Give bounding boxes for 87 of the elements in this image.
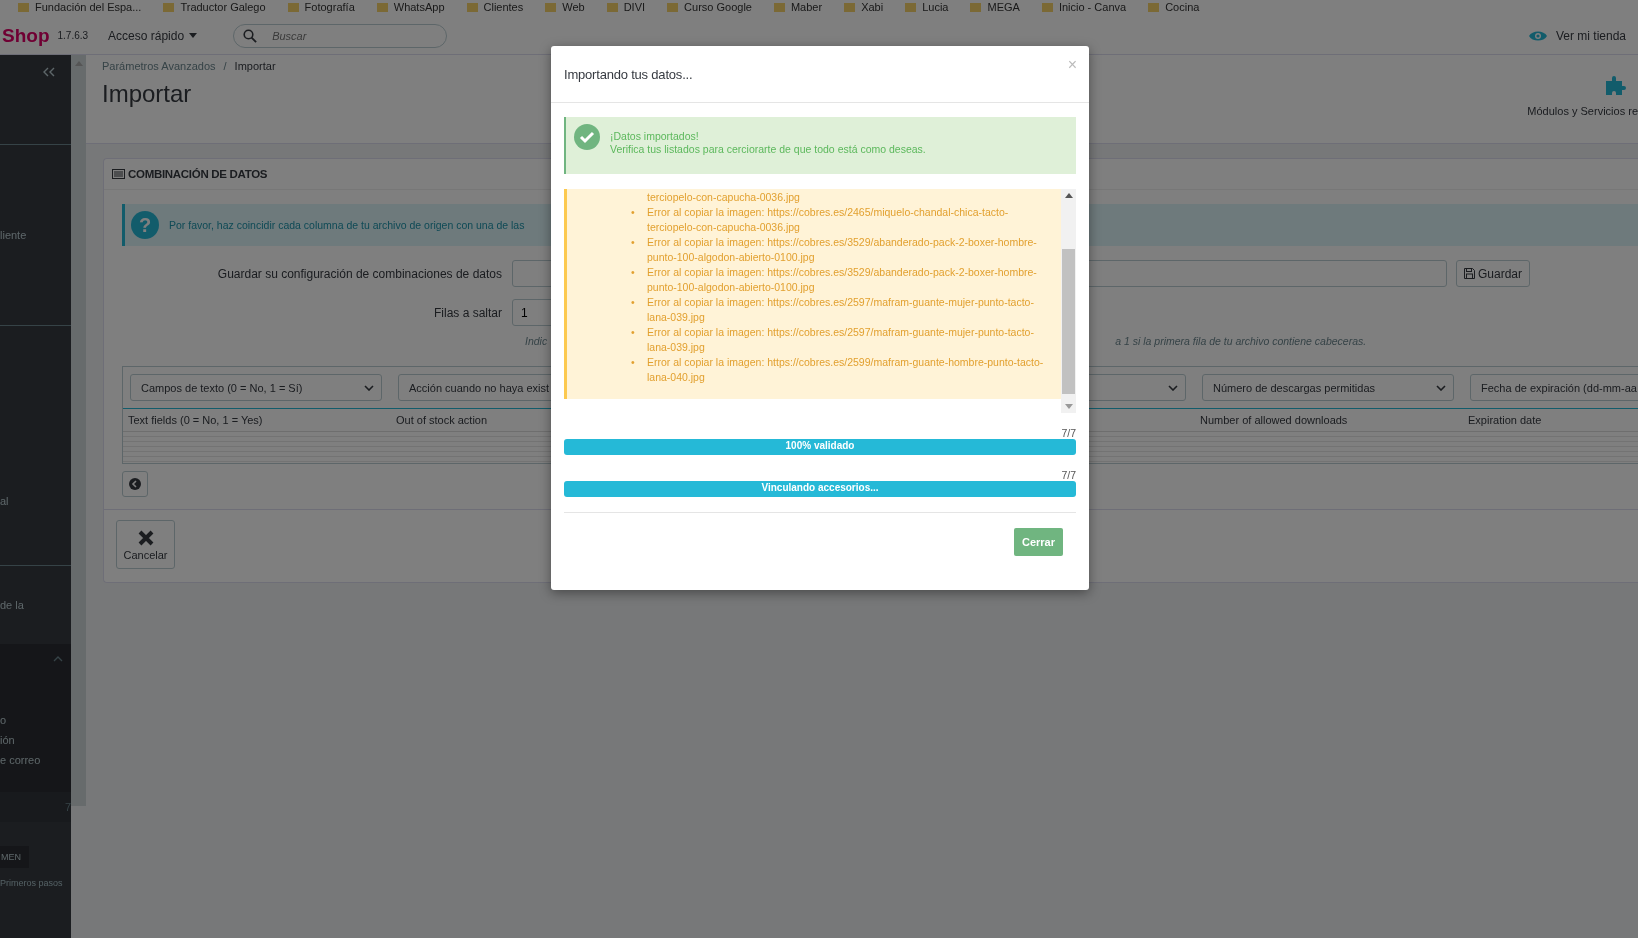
bullet: • <box>631 265 636 280</box>
bullet: • <box>631 295 636 310</box>
search-field[interactable]: Buscar <box>233 23 448 48</box>
bookmark[interactable]: Clientes <box>466 2 524 13</box>
bullet: • <box>631 325 636 340</box>
breadcrumb-current: Importar <box>234 60 276 72</box>
version-text: 1.7.6.3 <box>57 30 89 41</box>
bookmark[interactable]: Traductor Galego <box>163 2 266 13</box>
quick-access-button[interactable]: Acceso rápido <box>102 27 204 44</box>
sidebar-item[interactable]: liente <box>0 229 27 241</box>
error-item: Error al copiar la imagen: https://cobres.es/2597/mafram-guante-mujer-punto-tacto-lana-039.jpg <box>647 295 1035 325</box>
submenu-item[interactable]: ión <box>0 734 71 746</box>
progress-count: 7/7 <box>1061 427 1076 439</box>
column-label: Out of stock action <box>396 414 489 426</box>
view-shop-link[interactable]: Ver mi tienda <box>1528 28 1626 43</box>
puzzle-icon <box>1604 73 1628 97</box>
field-label: Guardar su configuración de combinaciones de datos <box>216 266 503 281</box>
bookmark[interactable]: DIVI <box>606 2 646 13</box>
close-dialog-button[interactable]: Cerrar <box>1014 528 1063 556</box>
error-item: Error al copiar la imagen: https://cobres.es/3529/abanderado-pack-2-boxer-hombre-punto-100-algodon-abierto-0100.jpg <box>647 235 1038 265</box>
bookmark[interactable]: WhatsApp <box>376 2 445 13</box>
panel-heading: COMBINACIÓN DE DATOS <box>128 168 268 180</box>
submenu-item[interactable]: o <box>0 714 71 726</box>
error-item: terciopelo-con-capucha-0036.jpg <box>647 190 801 205</box>
error-item: Error al copiar la imagen: https://cobres.es/3529/abanderado-pack-2-boxer-hombre-punto-100-algodon-abierto-0100.jpg <box>647 265 1038 295</box>
back-button[interactable] <box>122 471 148 497</box>
modules-button[interactable]: Módulos y Servicios re <box>1527 73 1638 117</box>
column-dropdown[interactable]: Número de descargas permitidas <box>1202 374 1454 401</box>
bookmark[interactable]: Maber <box>773 2 823 13</box>
column-dropdown[interactable]: Fecha de expiración (dd-mm-aa <box>1470 374 1638 401</box>
check-circle-icon <box>574 124 600 150</box>
breadcrumb-link[interactable]: Parámetros Avanzados <box>102 60 216 72</box>
bookmark[interactable]: Fundación del Espa... <box>18 2 142 13</box>
progress-label: Vinculando accesorios... <box>761 482 879 493</box>
close-icon <box>136 528 155 547</box>
bookmark[interactable]: Inicio - Canva <box>1041 2 1127 13</box>
page-title: Importar <box>102 80 192 108</box>
breadcrumb-separator: / <box>223 60 227 72</box>
column-dropdown[interactable]: Campos de texto (0 = No, 1 = Sí) <box>130 374 382 401</box>
column-label: Expiration date <box>1468 414 1543 426</box>
caret-icon <box>189 33 198 38</box>
error-item: Error al copiar la imagen: https://cobres.es/2599/mafram-guante-hombre-punto-tacto-lana-040.jpg <box>647 355 1045 385</box>
arrow-down-icon[interactable] <box>1064 404 1073 409</box>
chevron-icon <box>1168 384 1178 391</box>
bookmark[interactable]: Curso Google <box>667 2 752 13</box>
column-label: Text fields (0 = No, 1 = Yes) <box>128 414 264 426</box>
hint-text: a 1 si la primera fila de tu archivo contiene cabeceras. <box>1115 335 1367 347</box>
scrollbar[interactable] <box>1061 189 1076 413</box>
cancel-button[interactable]: Cancelar <box>116 520 175 569</box>
progress-count: 7/7 <box>1061 469 1076 481</box>
logo-text[interactable]: Shop <box>2 24 50 47</box>
success-message: Verifica tus listados para cerciorarte de que todo está como deseas. <box>610 143 926 155</box>
scrollbar[interactable] <box>71 55 86 806</box>
bookmark[interactable]: MEGA <box>970 2 1020 13</box>
chevron-left-circle-icon <box>129 478 141 490</box>
bullet: • <box>631 355 636 370</box>
chevron-icon <box>1436 384 1446 391</box>
bookmark[interactable]: Xabi <box>844 2 884 13</box>
bookmark[interactable]: Cocina <box>1148 2 1200 13</box>
table-icon <box>112 169 125 179</box>
arrow-up-icon[interactable] <box>1064 193 1073 198</box>
progress-label: 100% validado <box>785 440 855 451</box>
sidebar-item[interactable]: al <box>0 495 9 507</box>
getting-started-link[interactable]: Primeros pasos <box>0 878 71 888</box>
bookmark[interactable]: Web <box>545 2 585 13</box>
info-text: Por favor, haz coincidir cada columna de tu archivo de origen con una de las <box>169 219 525 231</box>
success-title: ¡Datos importados! <box>610 130 700 142</box>
bookmark[interactable]: Lucia <box>905 2 949 13</box>
field-label: Filas a saltar <box>432 305 503 320</box>
column-label: Number of allowed downloads <box>1200 414 1349 426</box>
dialog-title: Importando tus datos... <box>564 66 693 82</box>
question-icon: ? <box>131 211 159 239</box>
menu-button[interactable]: MEN <box>0 846 29 868</box>
error-item: Error al copiar la imagen: https://cobres.es/2597/mafram-guante-mujer-punto-tacto-lana-039.jpg <box>647 325 1035 355</box>
error-item: Error al copiar la imagen: https://cobres.es/2465/miquelo-chandal-chica-tacto-terciopelo-con-capucha-0036.jpg <box>647 205 1010 235</box>
eye-icon <box>1528 29 1547 42</box>
collapse-icon[interactable] <box>43 67 55 77</box>
sidebar-item[interactable]: de la <box>0 599 24 611</box>
bullet: • <box>631 235 636 250</box>
chevron-icon <box>364 384 374 391</box>
floppy-icon <box>1464 268 1475 279</box>
hint-text: Indic <box>525 335 548 347</box>
submenu-item[interactable]: e correo <box>0 754 71 766</box>
bullet: • <box>631 205 636 220</box>
chevron-icon[interactable] <box>53 656 63 662</box>
save-button[interactable]: Guardar <box>1456 260 1531 287</box>
bookmark[interactable]: Fotografía <box>287 2 355 13</box>
